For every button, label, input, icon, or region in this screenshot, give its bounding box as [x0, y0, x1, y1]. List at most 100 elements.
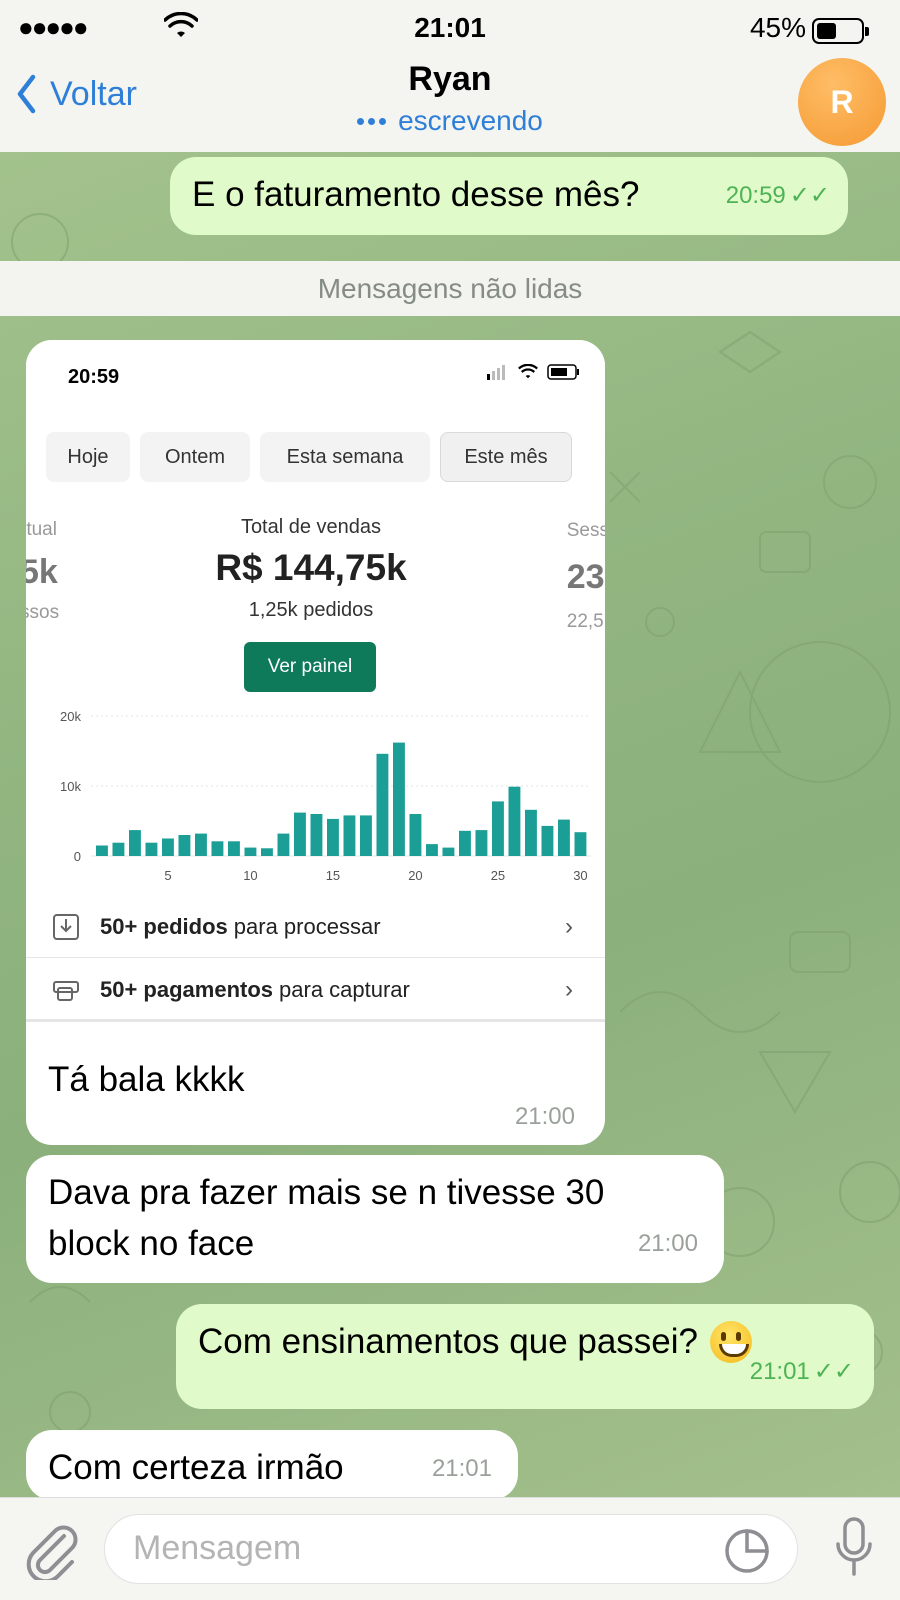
chart-bar [162, 838, 174, 856]
x-tick-label: 20 [408, 868, 422, 883]
chart-bar [211, 841, 224, 856]
y-tick-label: 10k [60, 779, 81, 794]
y-tick-label: 20k [60, 709, 81, 724]
message-input-container[interactable] [104, 1514, 798, 1584]
message-meta: 21:00 [638, 1218, 698, 1269]
top-bar: ●●●●● 21:01 45% Voltar Ryan escrevendo R [0, 0, 900, 152]
message-text: Com ensinamentos que passei? [198, 1322, 699, 1361]
read-ticks-icon: ✓✓ [789, 182, 830, 209]
total-sales-value: R$ 144,75k [215, 547, 407, 588]
tab-este-mes[interactable]: Este mês [440, 432, 572, 482]
message-meta: 21:01 [432, 1443, 492, 1494]
left-stat-card: rtual 5k ssos [26, 520, 59, 622]
contact-name: Ryan [408, 60, 492, 98]
chart-bar [261, 848, 273, 856]
typing-indicator: escrevendo [0, 105, 900, 137]
message-meta: 21:01 ✓✓ [750, 1346, 854, 1397]
message-time: 20:59 [725, 182, 786, 209]
chart-bar [96, 845, 108, 856]
image-message-bubble[interactable]: 20:59 Hoje Ontem Esta semana Este mês rt… [26, 340, 605, 1145]
left-stat-value: 5k [26, 553, 58, 591]
orders-count: 1,25k pedidos [248, 599, 374, 621]
chart-bar [244, 847, 257, 856]
chart-bar [294, 812, 306, 856]
microphone-icon[interactable] [836, 1516, 872, 1578]
orders-count-label: 50+ pedidos [100, 913, 228, 939]
typing-label: escrevendo [398, 105, 543, 136]
chart-bar [574, 832, 587, 856]
chart-bar [145, 842, 158, 856]
chart-bar [195, 833, 207, 856]
tab-hoje[interactable]: Hoje [46, 432, 130, 482]
message-line: block no face [48, 1224, 255, 1263]
chart-bar [343, 815, 356, 856]
chart-bar [277, 833, 290, 856]
tab-esta-semana[interactable]: Esta semana [260, 432, 430, 482]
payments-action-label: para capturar [279, 976, 410, 1002]
chart-bar [426, 844, 438, 856]
message-text: E o faturamento desse mês? [192, 175, 640, 214]
right-stat-card: Sess 23 22,5 [567, 520, 605, 633]
date-range-tabs: Hoje Ontem Esta semana Este mês [46, 432, 572, 482]
battery-icon [547, 364, 579, 380]
chart-bar [541, 825, 554, 856]
sticker-icon[interactable] [723, 1527, 771, 1575]
screenshot-status-time: 20:59 [68, 366, 120, 388]
chart-bar [178, 835, 191, 856]
chart-bar [376, 753, 389, 856]
attachment-paperclip-icon[interactable] [24, 1518, 80, 1580]
chart-bar [558, 819, 570, 856]
chart-bar [409, 814, 422, 856]
message-meta: 20:59 ✓✓ [726, 170, 830, 221]
view-dashboard-button[interactable]: Ver painel [244, 642, 376, 692]
payments-to-capture-row[interactable]: 50+ pagamentos para capturar › [26, 960, 605, 1022]
typing-dots-icon [357, 117, 387, 125]
message-text: Com certeza irmão [48, 1448, 344, 1487]
image-caption: Tá bala kkkk [48, 1060, 245, 1099]
message-bubble-incoming[interactable]: Dava pra fazer mais se n tivesse 30 bloc… [26, 1155, 724, 1283]
orders-action-label: para processar [233, 913, 381, 939]
unread-divider: Mensagens não lidas [0, 261, 900, 316]
chart-bar [492, 801, 504, 856]
contact-avatar[interactable]: R [798, 58, 886, 146]
chart-bar [459, 830, 471, 856]
download-tray-icon [53, 913, 79, 940]
signal-bars-icon [487, 365, 505, 380]
chart-bar [310, 814, 323, 856]
left-stat-sub: ssos [26, 602, 60, 623]
tab-ontem[interactable]: Ontem [140, 432, 250, 482]
attached-screenshot[interactable]: 20:59 Hoje Ontem Esta semana Este mês rt… [26, 340, 605, 1044]
message-text: Dava pra fazer mais se n tivesse 30 bloc… [48, 1167, 702, 1269]
chart-bar [475, 830, 488, 856]
x-tick-label: 15 [326, 868, 340, 883]
message-time: 21:00 [637, 1230, 698, 1257]
chevron-right-icon: › [565, 975, 573, 1003]
chart-bar [360, 815, 372, 856]
x-tick-label: 5 [164, 868, 171, 883]
message-time: 21:01 [749, 1358, 810, 1385]
orders-to-process-row[interactable]: 50+ pedidos para processar › [26, 896, 605, 958]
chevron-right-icon: › [565, 912, 573, 940]
chat-header[interactable]: Ryan escrevendo [0, 60, 900, 137]
total-sales-label: Total de vendas [240, 516, 382, 538]
screenshot-status-icons [487, 364, 581, 380]
wifi-icon [518, 364, 538, 379]
payments-count-label: 50+ pagamentos [100, 976, 274, 1002]
right-stat-value: 23 [566, 558, 605, 596]
status-bar: ●●●●● 21:01 45% [0, 8, 900, 48]
chart-bar [327, 818, 339, 856]
message-bubble-incoming[interactable]: Com certeza irmão 21:01 [26, 1430, 518, 1500]
message-bubble-outgoing[interactable]: Com ensinamentos que passei? 21:01 ✓✓ [176, 1304, 874, 1409]
left-stat-label: rtual [26, 519, 57, 540]
message-line: Dava pra fazer mais se n tivesse 30 [48, 1173, 605, 1212]
chart-bar [442, 847, 455, 856]
battery-icon [812, 18, 869, 44]
x-tick-label: 30 [573, 868, 587, 883]
chart-bar [228, 841, 240, 856]
message-input[interactable] [133, 1515, 693, 1581]
message-time: 21:01 [431, 1455, 492, 1482]
payment-card-icon [53, 980, 79, 1001]
message-bubble-outgoing[interactable]: E o faturamento desse mês? 20:59 ✓✓ [170, 157, 848, 235]
daily-sales-bar-chart: 0 10k 20k 5 10 15 20 25 30 [60, 709, 591, 883]
read-ticks-icon: ✓✓ [813, 1358, 854, 1385]
